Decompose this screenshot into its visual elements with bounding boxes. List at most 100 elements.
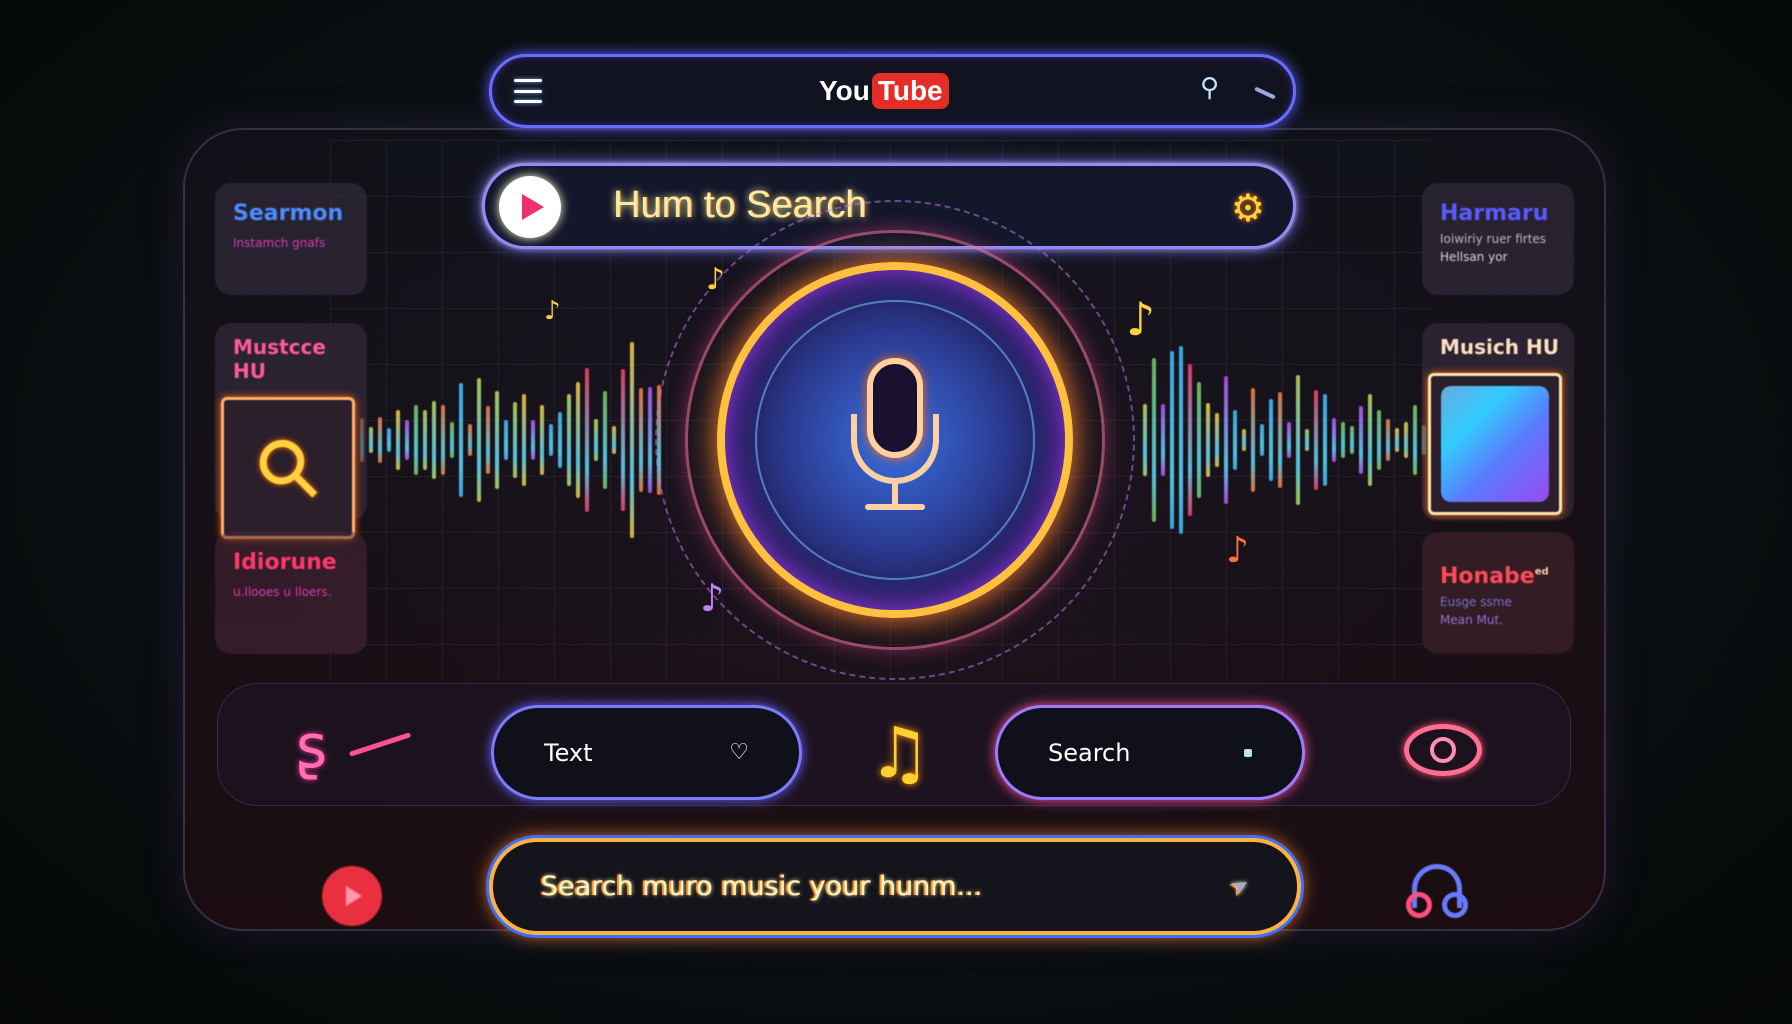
waveform-bar [558,412,562,468]
right-card-3[interactable]: Honabeed Eusge ssme Mean Mut. [1422,532,1574,654]
hum-search-input[interactable]: Search muro music your hunm... ➤ [489,838,1301,935]
waveform-bar [1161,404,1165,476]
hamburger-icon[interactable] [514,79,542,103]
waveform-bar [1269,399,1273,481]
youtube-logo[interactable]: You Tube [819,73,949,109]
waveform-bar [432,401,436,479]
logo-you: You [819,75,870,106]
waveform-bar [369,426,373,454]
cursor-icon [1244,748,1252,757]
cursor-icon: ➤ [1225,871,1255,902]
waveform-bar [396,409,400,471]
card-badge: ed [1534,566,1549,578]
headphones-icon[interactable] [1404,862,1470,924]
waveform-bar [567,393,571,487]
card-title: Idiorune [233,550,337,575]
left-card-1[interactable]: Searmon Instamch gnafs [215,183,367,295]
waveform-bar [423,409,427,471]
music-note-icon: ♪ [706,262,726,297]
waveform-bar [648,387,652,493]
music-note-icon: ♪ [1226,530,1249,571]
music-note-icon: ♪ [1126,292,1156,346]
waveform-bar [630,341,634,539]
waveform-bar [1197,382,1201,498]
card-subtitle: Instamch gnafs [233,236,326,250]
waveform-bar [504,419,508,461]
waveform-bar [594,418,598,462]
waveform-bar [1314,390,1318,490]
text-label: Text [544,738,593,767]
search-tile[interactable]: ⚲ [221,397,355,539]
left-card-3[interactable]: Idiorune u.Ilooes u Iloers. [215,532,367,654]
waveform-bar [1224,375,1228,505]
mic-slash-icon[interactable] [1254,86,1276,100]
waveform-bar [531,419,535,461]
waveform-bar [477,378,481,502]
waveform-bar [621,368,625,512]
waveform-bar [585,368,589,512]
waveform-bar [414,404,418,476]
search-icon: ⚲ [234,414,342,522]
card-subtitle: u.Ilooes u Iloers. [233,585,332,599]
right-card-1[interactable]: Harmaru Ioiwiriy ruer firtes Hellsan yor [1422,183,1574,295]
waveform-bar [540,405,544,475]
waveform-bar [639,388,643,492]
waveform-bar [603,391,607,489]
card-subtitle-2: Mean Mut. [1440,613,1503,627]
waveform-bar [1305,428,1309,452]
waveform-bar [612,425,616,455]
play-icon[interactable] [322,866,382,926]
waveform-bar [1215,412,1219,468]
waveform-bar [1296,375,1300,505]
play-icon[interactable] [499,176,561,238]
left-card-2[interactable]: Mustcce HU ⚲ [215,323,367,539]
logo-tube: Tube [871,73,949,109]
text-button[interactable]: Text ♡ [491,705,802,800]
waveform-bar [1233,409,1237,471]
waveform-bar [1377,409,1381,471]
eye-icon[interactable] [1404,724,1482,776]
waveform-bar [1323,394,1327,486]
waveform-bar [1368,393,1372,487]
waveform-bar [459,383,463,497]
card-title: Musich HU [1440,335,1559,359]
waveform-bar [378,416,382,464]
search-icon[interactable]: ⚲ [1200,73,1219,103]
music-note-icon[interactable]: ♫ [868,712,931,794]
hook-icon[interactable]: ʂ [296,712,327,782]
card-title: Harmaru [1440,201,1549,226]
waveform-bar [405,419,409,461]
waveform-bar [495,390,499,490]
card-subtitle: Ioiwiriy ruer firtes [1440,232,1547,246]
waveform-bar [1251,387,1255,493]
card-title: Honabeed [1440,564,1556,589]
album-tile[interactable] [1428,373,1562,515]
waveform-bar [549,424,553,456]
waveform-bar [1152,357,1156,523]
card-title: Mustcce HU [233,335,326,383]
gear-icon[interactable]: ⚙ [1231,186,1265,230]
waveform-bar [522,394,526,486]
search-placeholder: Search muro music your hunm... [541,871,983,902]
waveform-bar [1386,419,1390,461]
heart-icon[interactable]: ♡ [729,740,749,765]
waveform-bar [1278,391,1282,489]
microphone-visualizer[interactable] [655,200,1135,680]
waveform-bar [1350,426,1354,454]
right-card-2[interactable]: Musich HU [1422,323,1574,520]
waveform-bar [1359,405,1363,475]
waveform-bar [1143,403,1147,477]
search-button[interactable]: Search [995,705,1305,800]
card-subtitle: Eusge ssme [1440,595,1512,609]
card-title: Searmon [233,201,344,226]
waveform-bar [576,382,580,498]
card-title-text: Honabe [1440,564,1535,589]
waveform-bar [1395,427,1399,453]
waveform-bar [1179,346,1183,534]
waveform-bar [1206,402,1210,478]
waveform-bar [1242,429,1246,451]
album-art [1441,386,1549,502]
waveform-bar [486,406,490,474]
waveform-bar [441,404,445,476]
waveform-bar [1188,364,1192,516]
